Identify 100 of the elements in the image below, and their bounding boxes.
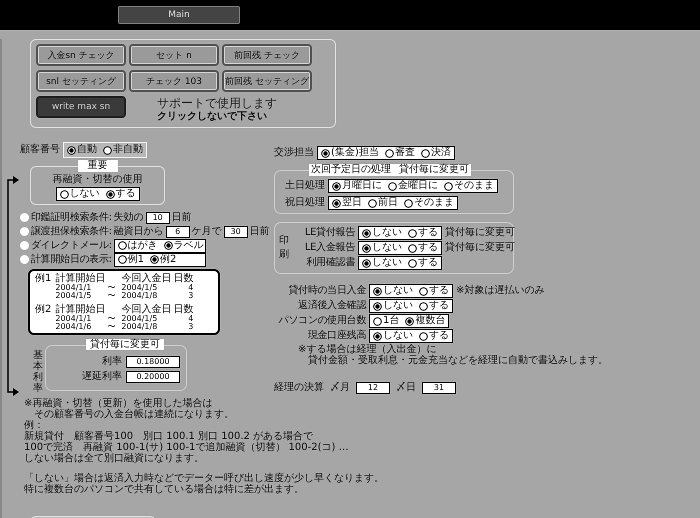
setting-note: 貸付毎に変更可 <box>445 227 515 239</box>
note-text: 貸付金額・受取利息・元金充当などを経理に自動で書込みします。 <box>307 355 608 366</box>
setting-label: 祝日処理 <box>285 197 325 209</box>
setting-label: 貸付時の当日入金 <box>287 285 366 297</box>
radio-option[interactable]: 1台 <box>373 315 400 327</box>
radio-option[interactable]: する <box>419 300 449 312</box>
table-cell-text: 2004/1/8 <box>121 323 158 331</box>
radio-option[interactable]: する <box>419 285 449 297</box>
radio-option[interactable]: する <box>408 257 438 269</box>
input-field[interactable]: 0.18000 <box>126 356 180 368</box>
radio-option[interactable]: する <box>419 330 449 342</box>
example-label: 例2 <box>35 304 52 317</box>
radio-option[interactable]: 複数台 <box>405 315 446 327</box>
setting-label: 返済後入金確認 <box>297 300 366 312</box>
radio-option[interactable]: 前日 <box>368 197 398 209</box>
radio-option[interactable]: そのまま <box>444 180 494 192</box>
input-field[interactable]: 30 <box>224 226 248 238</box>
closing-label: 経理の決算 <box>274 382 324 394</box>
radio-option[interactable]: そのまま <box>404 197 454 209</box>
radio-option[interactable]: ラベル <box>164 240 204 252</box>
radio-option[interactable]: 翌日 <box>332 197 362 209</box>
setting-label: 土日処理 <box>285 180 325 192</box>
input-field[interactable]: 12 <box>356 382 390 394</box>
setting-text: ケ月で <box>192 226 222 238</box>
note-text: 新規貸付 顧客番号100 別口 100.1 別口 100.2 がある場合で <box>24 431 314 442</box>
radio-option[interactable]: 自動 <box>67 144 97 156</box>
radio-option[interactable]: 例2 <box>150 254 176 266</box>
table-cell-text: 〜 <box>107 323 116 331</box>
note-text: 例： <box>24 420 44 431</box>
setting-text: 日前 <box>172 212 192 224</box>
radio-option[interactable]: 決済 <box>420 147 451 159</box>
tool-button[interactable]: snl セッティング <box>36 70 126 92</box>
radio-option[interactable]: する <box>408 242 438 254</box>
input-field[interactable]: 6 <box>166 226 190 238</box>
example-label: 例1 <box>35 273 52 286</box>
day-label: 〆日 <box>396 382 416 394</box>
tool-button[interactable]: 入金sn チェック <box>36 44 126 66</box>
rate-heading: 貸付毎に変更可 <box>86 339 164 350</box>
next-date-note: 貸付毎に変更可 <box>399 164 469 176</box>
setting-text: 失効の <box>114 212 144 224</box>
column-header: 日数 <box>173 304 194 315</box>
note-text: ※する場合は経理（入出金）に <box>298 344 436 355</box>
radio-option[interactable]: 月曜日に <box>332 180 382 192</box>
radio-option[interactable]: はがき <box>118 240 158 252</box>
table-cell-text: 2004/1/1 <box>55 315 92 323</box>
setting-note: ※対象は遅払いのみ <box>456 285 544 297</box>
input-field[interactable]: 0.20000 <box>126 371 180 383</box>
column-header: 今回入金日 <box>121 304 172 315</box>
table-cell-text: 4 <box>187 315 194 323</box>
radio-option[interactable]: しない <box>373 285 413 297</box>
setting-label: LE貸付報告 <box>304 227 355 239</box>
setting-text: 融資日から <box>114 226 164 238</box>
table-cell-text: 4 <box>187 284 194 292</box>
radio-option[interactable]: 金曜日に <box>388 180 438 192</box>
table-cell-text: 3 <box>187 292 194 300</box>
circle-icon <box>20 241 29 250</box>
important-heading: 重要 <box>78 160 118 172</box>
setting-label: ダイレクトメール: <box>31 240 112 252</box>
radio-option[interactable]: しない <box>373 330 413 342</box>
circle-icon <box>20 213 29 222</box>
radio-option[interactable]: しない <box>362 257 402 269</box>
radio-option[interactable]: しない <box>362 242 402 254</box>
radio-option[interactable]: 審査 <box>384 147 415 159</box>
input-field[interactable]: 10 <box>146 212 170 224</box>
tool-button[interactable]: write max sn <box>36 96 126 118</box>
column-header: 計算開始日 <box>55 273 106 284</box>
setting-label: 計算開始日の表示: <box>31 254 112 266</box>
radio-option[interactable]: する <box>106 188 136 200</box>
tool-button[interactable]: チェック 103 <box>129 70 219 92</box>
radio-option[interactable]: しない <box>362 227 402 239</box>
radio-option[interactable]: しない <box>60 188 100 200</box>
note-text: ※再融資・切替（更新）を使用した場合は <box>24 398 214 409</box>
table-cell-text: 3 <box>187 323 194 331</box>
tool-button[interactable]: 前回残 セッティング <box>222 70 312 92</box>
radio-option[interactable]: 非自動 <box>103 144 143 156</box>
table-cell-text: 2004/1/1 <box>55 284 92 292</box>
table-cell-text: 2004/1/5 <box>55 292 92 300</box>
note-text: しない場合は全て別口融資になります。 <box>24 453 205 464</box>
tool-button[interactable]: セット n <box>129 44 219 66</box>
rate-label: 利率 <box>102 356 122 368</box>
setting-label: 印鑑証明検索条件: <box>31 212 112 224</box>
next-date-heading: 次回予定日の処理 <box>311 164 391 176</box>
radio-option[interactable]: する <box>408 227 438 239</box>
support-subtitle: クリックしないで下さい <box>157 111 268 123</box>
table-cell-text: 2004/1/8 <box>121 292 158 300</box>
input-field[interactable]: 31 <box>422 382 456 394</box>
note-text: その顧客番号の入金台帳は連続になります。 <box>34 409 235 420</box>
main-tab[interactable]: Main <box>118 6 240 24</box>
radio-option[interactable]: しない <box>373 300 413 312</box>
table-cell-text: 2004/1/5 <box>121 315 158 323</box>
table-cell-text: 〜 <box>107 284 116 292</box>
tool-button[interactable]: 前回残 チェック <box>222 44 312 66</box>
column-header: 今回入金日 <box>121 273 172 284</box>
table-cell-text: 2004/1/6 <box>55 323 92 331</box>
column-header: 日数 <box>173 273 194 284</box>
circle-icon <box>20 227 29 236</box>
month-label: 〆月 <box>330 382 350 394</box>
radio-option[interactable]: (集金)担当 <box>321 147 379 159</box>
negotiation-label: 交渉担当 <box>274 147 314 159</box>
radio-option[interactable]: 例1 <box>118 254 144 266</box>
